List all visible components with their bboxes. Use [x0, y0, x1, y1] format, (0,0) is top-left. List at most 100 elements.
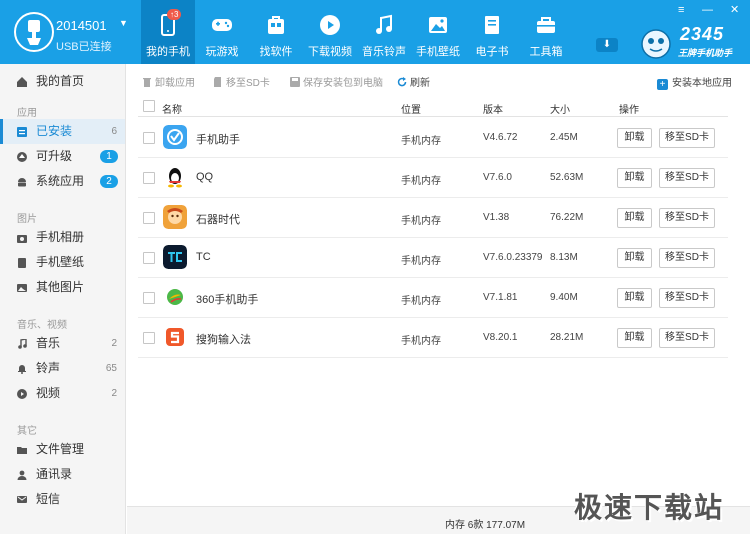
app-name: 搜狗输入法 — [196, 334, 251, 346]
sidebar-item-album[interactable]: 手机相册 — [0, 225, 125, 250]
sidebar: 我的首页 应用 已安装 6 可升级 1 系统应用 2 图片 手机相册 手机壁纸 … — [0, 64, 126, 534]
sidebar-group-media: 音乐、视频 — [17, 320, 67, 331]
app-size: 8.13M — [550, 252, 578, 263]
nav-games[interactable]: 玩游戏 — [195, 0, 249, 64]
mascot-icon — [641, 29, 671, 59]
sidebar-item-count: 65 — [105, 363, 117, 374]
sidebar-item-label: 可升级 — [36, 149, 73, 163]
app-location: 手机内存 — [401, 216, 441, 227]
close-button[interactable]: ✕ — [730, 4, 739, 16]
sidebar-item-video[interactable]: 视频 2 — [0, 381, 125, 406]
row-checkbox[interactable] — [143, 212, 155, 224]
sd-card-icon — [214, 77, 221, 87]
move-to-sd-button[interactable]: 移至SD卡 — [659, 208, 715, 228]
row-checkbox[interactable] — [143, 172, 155, 184]
uninstall-app-button[interactable]: 卸载应用 — [142, 74, 195, 89]
list-icon — [17, 127, 27, 137]
storage-summary: 内存 6款 177.07M — [445, 520, 526, 531]
install-local-app-button[interactable]: + 安装本地应用 — [657, 74, 732, 90]
move-to-sd-button[interactable]: 移至SD卡 — [659, 248, 715, 268]
uninstall-button[interactable]: 卸载 — [617, 288, 652, 308]
sidebar-item-music[interactable]: 音乐 2 — [0, 331, 125, 356]
download-manager-icon[interactable]: ⬇ — [596, 38, 618, 52]
video-icon — [17, 389, 27, 399]
nav-ebooks[interactable]: 电子书 — [465, 0, 519, 64]
row-checkbox[interactable] — [143, 132, 155, 144]
music-note-icon — [18, 339, 27, 349]
uninstall-button[interactable]: 卸载 — [617, 128, 652, 148]
nav-my-phone[interactable]: ↑3 我的手机 — [141, 0, 195, 64]
sidebar-item-system-apps[interactable]: 系统应用 2 — [0, 169, 125, 194]
row-checkbox[interactable] — [143, 292, 155, 304]
brand-number: 2345 — [680, 24, 725, 44]
nav-videos[interactable]: 下载视频 — [303, 0, 357, 64]
uninstall-button[interactable]: 卸载 — [617, 168, 652, 188]
move-to-sd-button[interactable]: 移至SD卡 — [659, 328, 715, 348]
usb-device-icon — [14, 12, 54, 52]
table-row: 360手机助手 手机内存 V7.1.81 9.40M 卸载 移至SD卡 — [138, 278, 728, 318]
app-name: 手机助手 — [196, 134, 240, 146]
sidebar-item-sms[interactable]: 短信 — [0, 487, 125, 512]
refresh-button[interactable]: 刷新 — [397, 74, 430, 89]
sidebar-item-label: 已安装 — [36, 124, 73, 138]
brand-logo: 2345 王牌手机助手 — [630, 22, 746, 62]
sidebar-item-contacts[interactable]: 通讯录 — [0, 462, 125, 487]
sidebar-item-label: 其他图片 — [36, 280, 85, 294]
sidebar-item-ringtone[interactable]: 铃声 65 — [0, 356, 125, 381]
gamepad-icon — [212, 19, 232, 31]
save-package-button[interactable]: 保存安装包到电脑 — [290, 74, 383, 89]
sidebar-group-images: 图片 — [17, 214, 37, 225]
wallpaper-icon — [18, 258, 26, 268]
sidebar-item-installed[interactable]: 已安装 6 — [0, 119, 125, 144]
nav-label: 找软件 — [259, 46, 293, 58]
sidebar-group-apps: 应用 — [17, 108, 37, 119]
top-bar: 2014501 USB已连接 ▼ ↑3 我的手机 玩游戏 找软件 下载视频 音乐… — [0, 0, 750, 64]
app-location: 手机内存 — [401, 176, 441, 187]
nav-label: 工具箱 — [529, 46, 563, 58]
image-icon — [429, 17, 447, 33]
uninstall-button[interactable]: 卸载 — [617, 208, 652, 228]
move-to-sd-button[interactable]: 移至SD卡 — [213, 74, 270, 89]
app-size: 28.21M — [550, 332, 584, 343]
move-to-sd-button[interactable]: 移至SD卡 — [659, 288, 715, 308]
app-version: V1.38 — [483, 212, 510, 223]
menu-icon[interactable]: ≡ — [678, 4, 684, 16]
contact-icon — [17, 470, 27, 480]
uninstall-button[interactable]: 卸载 — [617, 328, 652, 348]
app-version: V7.6.0.23379 — [483, 252, 543, 263]
column-name: 名称 — [162, 105, 182, 116]
apps-icon — [268, 16, 284, 34]
sidebar-item-home[interactable]: 我的首页 — [0, 69, 125, 94]
music-icon — [376, 14, 392, 34]
minimize-button[interactable]: — — [702, 4, 713, 16]
nav-music[interactable]: 音乐铃声 — [357, 0, 411, 64]
move-to-sd-button[interactable]: 移至SD卡 — [659, 168, 715, 188]
picture-icon — [17, 284, 27, 292]
nav-label: 我的手机 — [146, 46, 190, 58]
qq-app-icon — [163, 165, 187, 189]
nav-software[interactable]: 找软件 — [249, 0, 303, 64]
trash-icon — [143, 78, 151, 87]
device-dropdown-icon[interactable]: ▼ — [119, 18, 128, 28]
button-label: 安装本地应用 — [672, 78, 732, 89]
device-info[interactable]: 2014501 USB已连接 ▼ — [8, 10, 138, 56]
nav-label: 音乐铃声 — [362, 46, 406, 58]
sidebar-item-files[interactable]: 文件管理 — [0, 437, 125, 462]
android-icon — [18, 178, 26, 187]
uninstall-button[interactable]: 卸载 — [617, 248, 652, 268]
sidebar-item-wallpaper[interactable]: 手机壁纸 — [0, 250, 125, 275]
sidebar-item-other-images[interactable]: 其他图片 — [0, 275, 125, 300]
table-row: 石器时代 手机内存 V1.38 76.22M 卸载 移至SD卡 — [138, 198, 728, 238]
row-checkbox[interactable] — [143, 332, 155, 344]
sidebar-item-upgradable[interactable]: 可升级 1 — [0, 144, 125, 169]
button-label: 保存安装包到电脑 — [303, 78, 383, 89]
table-row: TC 手机内存 V7.6.0.23379 8.13M 卸载 移至SD卡 — [138, 238, 728, 278]
nav-toolbox[interactable]: 工具箱 — [519, 0, 573, 64]
nav-wallpaper[interactable]: 手机壁纸 — [411, 0, 465, 64]
sidebar-item-label: 手机壁纸 — [36, 255, 85, 269]
row-checkbox[interactable] — [143, 252, 155, 264]
select-all-checkbox[interactable] — [143, 100, 155, 112]
camera-icon — [17, 235, 27, 243]
table-row: 手机助手 手机内存 V4.6.72 2.45M 卸载 移至SD卡 — [138, 118, 728, 158]
move-to-sd-button[interactable]: 移至SD卡 — [659, 128, 715, 148]
